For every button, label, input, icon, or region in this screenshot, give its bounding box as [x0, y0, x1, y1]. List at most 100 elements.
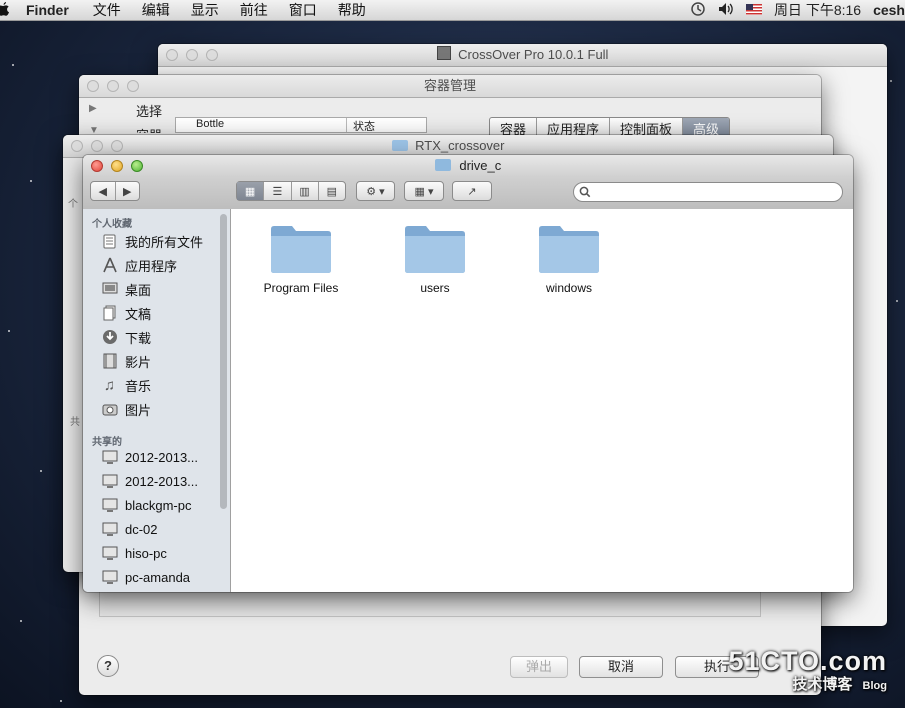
folder-item[interactable]: users [380, 223, 490, 295]
folder-item[interactable]: windows [514, 223, 624, 295]
music-icon: ♫ [103, 376, 116, 394]
close-button[interactable] [87, 80, 99, 92]
menu-help[interactable]: 帮助 [338, 0, 366, 20]
minimize-button[interactable] [107, 80, 119, 92]
zoom-button[interactable] [131, 160, 143, 172]
volume-icon[interactable] [718, 2, 734, 19]
sidebar-item-label: pc-amanda [125, 569, 191, 585]
eject-button[interactable]: 弹出 [510, 656, 568, 678]
finder-sidebar: 个人收藏 我的所有文件 应用程序 桌面 文稿 下载 影片 ♫ 音乐 图片 共享的… [83, 209, 231, 592]
computer-icon [101, 473, 118, 490]
time-machine-icon[interactable] [690, 1, 706, 20]
sidebar-item-label: hiso-pc [125, 545, 167, 561]
sidebar-scrollbar[interactable] [220, 214, 227, 509]
sidebar-item-applications[interactable]: 应用程序 [83, 253, 230, 277]
finder-toolbar: ◀ ▶ ▦ ☰ ▥ ▤ ⚙ ▾ ▦ ▾ ↗ [83, 177, 853, 210]
minimize-button[interactable] [91, 140, 103, 152]
sidebar-item-movies[interactable]: 影片 [83, 349, 230, 373]
downloads-icon [101, 329, 118, 346]
desktop-icon [101, 281, 118, 298]
computer-icon [101, 449, 118, 466]
rtx-side-label: 个 [68, 199, 78, 210]
containers-titlebar: 容器管理 [79, 75, 821, 98]
menu-edit[interactable]: 编辑 [142, 0, 170, 20]
bottle-table-header: Bottle 状态 [175, 117, 427, 133]
minimize-button[interactable] [111, 160, 123, 172]
menu-view[interactable]: 显示 [191, 0, 219, 20]
status-column-header[interactable]: 状态 [347, 118, 413, 133]
sidebar-item-shared[interactable]: pc-amanda [83, 565, 230, 589]
folder-icon [391, 140, 408, 151]
disclosure-triangle-icon[interactable]: ▶ [89, 103, 97, 114]
movies-icon [101, 353, 118, 370]
close-button[interactable] [71, 140, 83, 152]
bottle-column-header[interactable]: Bottle [176, 118, 347, 132]
folder-icon [405, 226, 465, 273]
back-arrow-icon[interactable]: ◀ [91, 182, 116, 200]
folder-label: Program Files [263, 281, 339, 295]
containers-window-title: 容器管理 [423, 78, 476, 93]
crossover-app-icon [436, 46, 451, 60]
sidebar-item-desktop[interactable]: 桌面 [83, 277, 230, 301]
containers-panel-frame [99, 591, 761, 617]
minimize-button[interactable] [186, 49, 198, 61]
menubar-clock[interactable]: 周日 下午8:16 [774, 0, 861, 20]
folder-icon [434, 159, 451, 171]
column-view-icon[interactable]: ▥ [292, 182, 319, 200]
zoom-button[interactable] [206, 49, 218, 61]
sidebar-item-all-files[interactable]: 我的所有文件 [83, 229, 230, 253]
sidebar-item-shared[interactable]: dc-02 [83, 517, 230, 541]
sidebar-item-label: 我的所有文件 [125, 234, 204, 250]
finder-window: drive_c ◀ ▶ ▦ ☰ ▥ ▤ ⚙ ▾ ▦ ▾ ↗ 个人收藏 我的所有文… [83, 155, 853, 592]
input-flag-icon[interactable] [745, 2, 762, 18]
sidebar-item-shared[interactable]: hiso-pc [83, 541, 230, 565]
folder-item[interactable]: Program Files [246, 223, 356, 295]
list-item-containers[interactable]: 容器 [136, 125, 176, 133]
menu-app-name[interactable]: Finder [26, 2, 69, 18]
icon-view-icon[interactable]: ▦ [237, 182, 265, 200]
sidebar-item-music[interactable]: ♫ 音乐 [83, 373, 230, 397]
forward-arrow-icon[interactable]: ▶ [116, 182, 140, 200]
menu-window[interactable]: 窗口 [289, 0, 317, 20]
cancel-button[interactable]: 取消 [579, 656, 663, 678]
computer-icon [101, 521, 118, 538]
sidebar-item-downloads[interactable]: 下载 [83, 325, 230, 349]
menu-file[interactable]: 文件 [93, 0, 121, 20]
sidebar-item-shared[interactable]: blackgm-pc [83, 493, 230, 517]
sidebar-item-label: 2012-2013... [125, 449, 199, 465]
sidebar-item-label: 下载 [125, 330, 152, 346]
watermark-logo: 51CTO.com 技术博客 Blog [728, 646, 887, 694]
help-button[interactable]: ? [97, 655, 119, 677]
apple-menu-icon[interactable] [0, 2, 12, 18]
search-input[interactable] [573, 182, 843, 202]
close-button[interactable] [91, 160, 103, 172]
zoom-button[interactable] [127, 80, 139, 92]
arrange-icon[interactable]: ▦ ▾ [404, 181, 444, 201]
computer-icon [101, 497, 118, 514]
sidebar-item-label: 应用程序 [125, 258, 178, 274]
menu-go[interactable]: 前往 [240, 0, 268, 20]
folder-label: users [420, 281, 450, 295]
sidebar-item-shared[interactable]: 2012-2013... [83, 469, 230, 493]
share-icon[interactable]: ↗ [452, 181, 492, 201]
pictures-icon [101, 401, 118, 418]
zoom-button[interactable] [111, 140, 123, 152]
finder-window-title: drive_c [459, 158, 502, 173]
documents-icon [101, 305, 118, 322]
close-button[interactable] [166, 49, 178, 61]
sidebar-item-label: 桌面 [125, 282, 152, 298]
sidebar-item-label: 图片 [125, 402, 152, 418]
list-view-icon[interactable]: ☰ [264, 182, 292, 200]
rtx-side-label-shared: 共 [70, 417, 80, 428]
sidebar-item-pictures[interactable]: 图片 [83, 397, 230, 421]
shared-header: 共享的 [92, 437, 122, 448]
action-gear-icon[interactable]: ⚙ ▾ [356, 181, 395, 201]
sidebar-item-shared[interactable]: 2012-2013... [83, 445, 230, 469]
sidebar-item-documents[interactable]: 文稿 [83, 301, 230, 325]
menubar-user[interactable]: cesh [873, 2, 905, 18]
applications-icon [101, 257, 118, 274]
crossover-window-title: CrossOver Pro 10.0.1 Full [458, 47, 609, 62]
finder-content-area: Program Files users windows [231, 209, 853, 592]
list-item-select[interactable]: 选择 [136, 101, 176, 120]
coverflow-view-icon[interactable]: ▤ [319, 182, 345, 200]
